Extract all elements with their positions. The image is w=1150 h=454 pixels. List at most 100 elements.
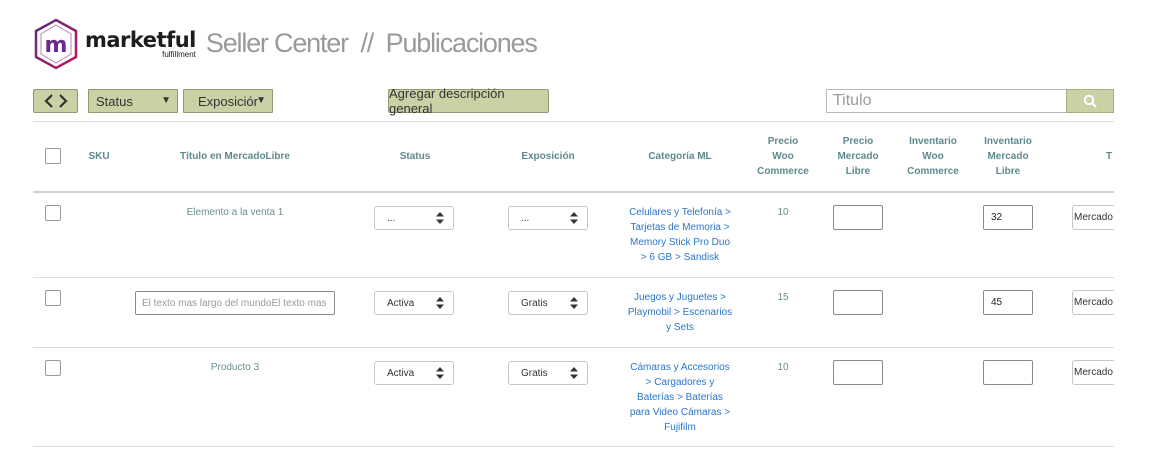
brand-name: marketful — [85, 28, 196, 52]
row-divider — [33, 446, 1114, 447]
header-line: Woo — [772, 151, 794, 162]
marketful-logo-icon: m — [34, 18, 78, 70]
row-title: Producto 3 — [210, 362, 260, 373]
search-button[interactable] — [1066, 89, 1114, 113]
logo-text: marketful fulfillment — [85, 29, 196, 59]
row-category-link[interactable]: Juegos y Juguetes > Playmobil > Escenari… — [620, 290, 740, 335]
category-line: Cámaras y Accesorios — [630, 362, 730, 373]
row-category-link[interactable]: Cámaras y Accesorios > Cargadores y Bate… — [620, 360, 740, 435]
caret-down-icon: ▼ — [256, 95, 266, 106]
row-status-value: Activa — [387, 367, 415, 379]
row-inv-ml-input[interactable]: 45 — [983, 290, 1033, 315]
row-status-select[interactable]: Activa — [374, 291, 454, 315]
row-status-select[interactable]: ... — [374, 206, 454, 230]
row-title-input[interactable]: El texto mas largo del mundoEl texto mas — [135, 291, 335, 315]
header-divider — [33, 191, 1114, 193]
exposicion-filter-label: Exposiciór — [198, 93, 258, 109]
row-status-value: ... — [387, 212, 396, 224]
col-header-titulo: Título en MercadoLibre — [179, 151, 290, 162]
header-line: Mercado — [987, 151, 1029, 162]
category-line: Baterías > Baterías — [637, 392, 723, 403]
header-line: Woo — [922, 151, 944, 162]
col-header-status: Status — [399, 151, 431, 162]
col-header-tienda: T — [1106, 151, 1113, 162]
add-general-description-button[interactable]: Agregar descripción general — [388, 86, 549, 116]
row-tienda-select[interactable]: Mercado — [1072, 205, 1114, 230]
category-line: Fujifilm — [664, 422, 696, 433]
row-exposicion-select[interactable]: Gratis — [508, 291, 588, 315]
table-top-divider — [33, 121, 1114, 122]
code-brackets-icon — [43, 94, 68, 108]
header-line: Precio — [767, 136, 799, 147]
col-header-sku: SKU — [88, 151, 110, 162]
status-filter-label: Status — [96, 93, 133, 109]
header-line: Mercado — [837, 151, 879, 162]
row-precio-ml-input[interactable] — [833, 360, 883, 385]
col-header-categoria: Categoría ML — [648, 151, 712, 162]
row-exposicion-value: Gratis — [521, 367, 548, 379]
sort-arrows-icon — [436, 212, 444, 224]
row-status-select[interactable]: Activa — [374, 361, 454, 385]
category-line: Celulares y Telefonía > — [629, 207, 731, 218]
category-line: Memory Stick Pro Duo — [629, 237, 731, 248]
category-line: > Cargadores y — [645, 377, 715, 388]
header-line: Precio — [842, 136, 874, 147]
header-line: Libre — [845, 166, 871, 177]
row-tienda-select[interactable]: Mercado — [1072, 360, 1114, 385]
category-line: Tarjetas de Memoria > — [630, 222, 730, 233]
sort-arrows-icon — [570, 212, 578, 224]
row-exposicion-select[interactable]: Gratis — [508, 361, 588, 385]
header-line: Commerce — [757, 166, 809, 177]
col-header-precio-woo: Precio Woo Commerce — [748, 134, 818, 179]
search-icon — [1083, 94, 1097, 108]
row-inv-ml-input[interactable]: 32 — [983, 205, 1033, 230]
row-title-value: El texto mas largo del mundoEl texto mas — [142, 297, 327, 309]
header-line: Inventario — [984, 136, 1032, 147]
row-divider — [33, 347, 1114, 348]
sort-arrows-icon — [570, 367, 578, 379]
header: m marketful fulfillment Seller Center //… — [33, 16, 538, 72]
row-exposicion-value: Gratis — [521, 297, 548, 309]
header-line: Commerce — [907, 166, 959, 177]
header-line: Inventario — [909, 136, 957, 147]
col-header-precio-ml: Precio Mercado Libre — [823, 134, 893, 179]
page: m marketful fulfillment Seller Center //… — [0, 0, 1114, 454]
search-input[interactable] — [826, 89, 1067, 113]
row-precio-woo: 10 — [777, 207, 789, 218]
page-title: Seller Center // Publicaciones — [205, 27, 538, 58]
brand-subtitle: fulfillment — [162, 50, 196, 59]
svg-text:m: m — [45, 33, 68, 58]
category-line: y Sets — [666, 322, 694, 333]
row-precio-woo: 10 — [777, 362, 789, 373]
row-precio-ml-input[interactable] — [833, 290, 883, 315]
row-precio-woo: 15 — [777, 292, 789, 303]
row-status-value: Activa — [387, 297, 415, 309]
category-line: para Video Cámaras > — [629, 407, 731, 418]
row-exposicion-value: ... — [521, 212, 530, 224]
row-category-link[interactable]: Celulares y Telefonía > Tarjetas de Memo… — [620, 205, 740, 265]
row-tienda-select[interactable]: Mercado — [1072, 290, 1114, 315]
status-filter-dropdown[interactable]: Status ▼ — [88, 89, 178, 113]
exposicion-filter-dropdown[interactable]: Exposiciór ▼ — [183, 89, 273, 113]
select-all-checkbox[interactable] — [45, 148, 61, 164]
row-title: Elemento a la venta 1 — [186, 207, 284, 218]
col-header-inv-woo: Inventario Woo Commerce — [898, 134, 968, 179]
sort-arrows-icon — [436, 367, 444, 379]
col-header-exposicion: Exposición — [521, 151, 575, 162]
row-checkbox[interactable] — [45, 360, 61, 376]
category-line: Juegos y Juguetes > — [633, 292, 726, 303]
category-line: Playmobil > Escenarios — [627, 307, 733, 318]
sort-arrows-icon — [436, 297, 444, 309]
row-divider — [33, 277, 1114, 278]
category-line: > 6 GB > Sandisk — [640, 252, 720, 263]
header-line: Libre — [995, 166, 1021, 177]
row-exposicion-select[interactable]: ... — [508, 206, 588, 230]
toggle-columns-button[interactable] — [33, 89, 78, 113]
row-inv-ml-input[interactable] — [983, 360, 1033, 385]
sort-arrows-icon — [570, 297, 578, 309]
row-checkbox[interactable] — [45, 290, 61, 306]
row-precio-ml-input[interactable] — [833, 205, 883, 230]
col-header-inv-ml: Inventario Mercado Libre — [973, 134, 1043, 179]
row-checkbox[interactable] — [45, 205, 61, 221]
caret-down-icon: ▼ — [161, 95, 171, 106]
